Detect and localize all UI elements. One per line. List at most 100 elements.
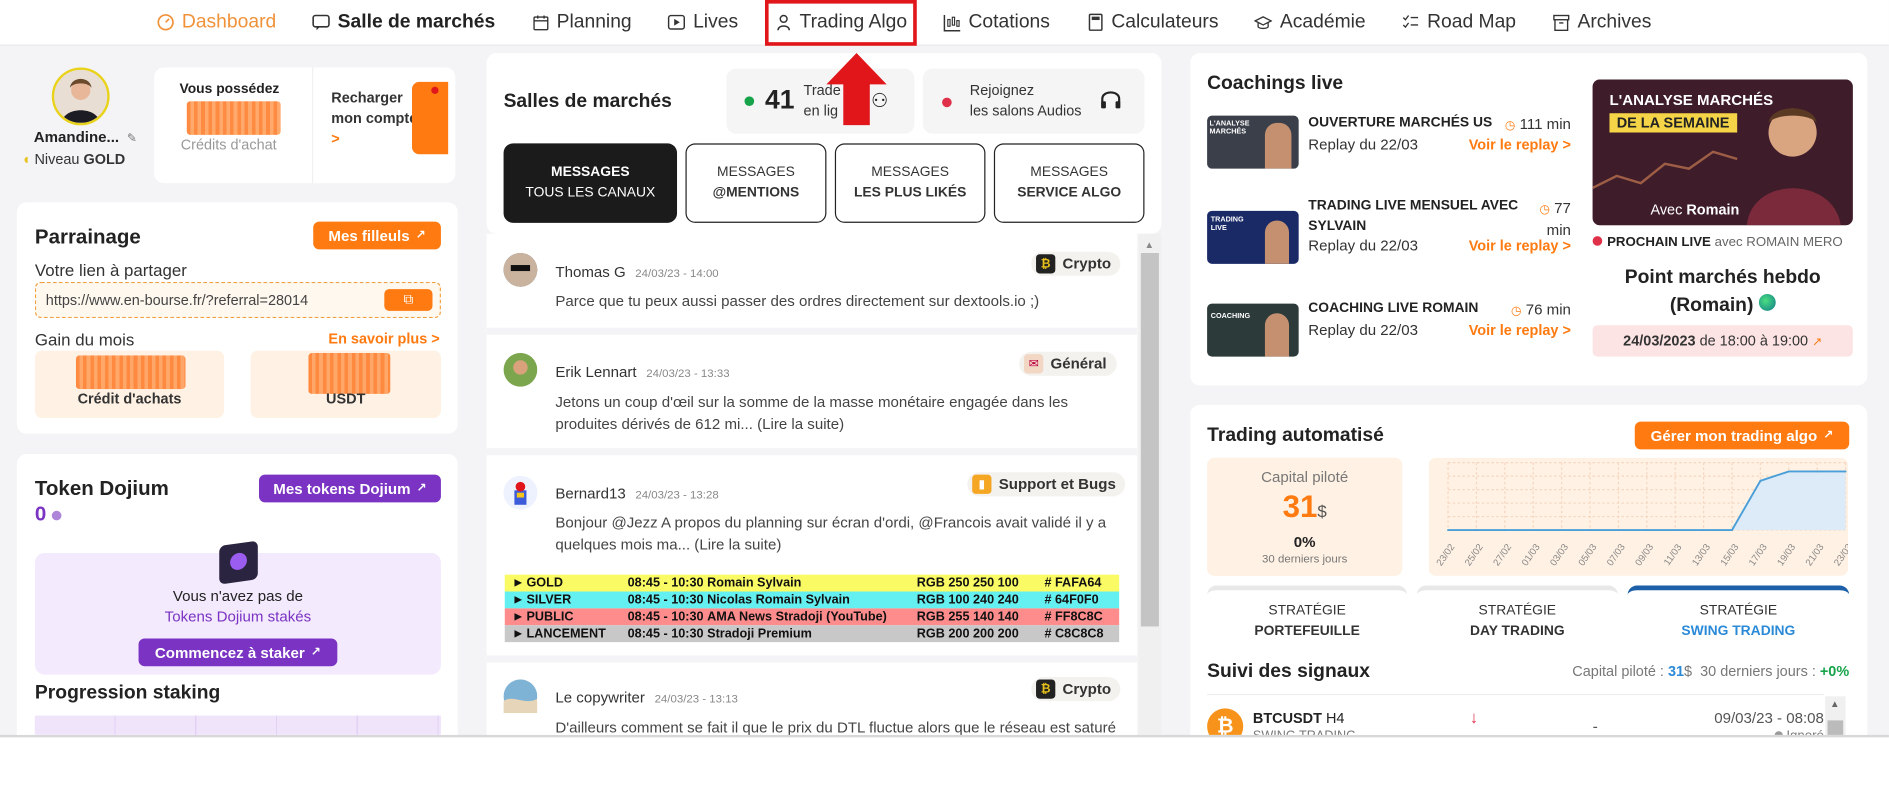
token-coin-icon [52, 510, 62, 520]
coaching-item[interactable]: L'ANALYSE MARCHÉS OUVERTURE MARCHÉS US R… [1207, 115, 1571, 193]
chart-point [1844, 470, 1847, 473]
coaching-replay-date: Replay du 22/03 [1308, 321, 1418, 339]
capital-number: 31 [1282, 487, 1318, 525]
text-line: Bonjour @Jezz A propos du planning sur é… [555, 514, 1107, 532]
commencez-a-staker-button[interactable]: Commencez à staker ↗ [138, 638, 338, 667]
message-item[interactable]: Erik Lennart 24/03/23 - 13:33 ✉ Général Je… [486, 334, 1138, 456]
scroll-thumb[interactable] [1140, 252, 1159, 627]
nav-academie[interactable]: Académie [1254, 0, 1366, 45]
referral-link-field[interactable]: https://www.en-bourse.fr/?referral=28014… [34, 281, 441, 319]
nav-salle-de-marches[interactable]: Salle de marchés [312, 0, 495, 45]
sched-rgb: RGB 200 200 200 [916, 626, 1019, 641]
mes-tokens-button[interactable]: Mes tokens Dojium ↗ [259, 474, 441, 503]
button-label: Mes tokens Dojium [273, 480, 411, 497]
bitcoin-icon: ₿ [1036, 254, 1056, 274]
voir-replay-link[interactable]: Voir le replay > [1469, 322, 1571, 339]
nav-label: Dashboard [181, 11, 277, 32]
external-link-icon: ↗ [1823, 428, 1834, 443]
tab-mentions[interactable]: MESSAGES @MENTIONS [685, 143, 827, 223]
channel-tag[interactable]: ✉ Général [1019, 351, 1117, 376]
nav-dashboard[interactable]: Dashboard [157, 0, 277, 45]
strategy-tab-portefeuille[interactable]: STRATÉGIE PORTEFEUILLE [1207, 585, 1408, 649]
channel-tag[interactable]: ₿ Crypto [1031, 251, 1121, 276]
gauge-icon [157, 13, 175, 31]
nav-trading-algo[interactable]: Trading Algo [764, 0, 917, 46]
message-author: Le copywriter 24/03/23 - 13:13 [555, 689, 738, 706]
message-time: 24/03/23 - 13:28 [635, 489, 719, 503]
sched-who: AMA News Stradoji (YouTube) [707, 609, 887, 625]
chart-point [1731, 529, 1733, 532]
channel-tag[interactable]: ▮ Support et Bugs [967, 472, 1126, 497]
referral-link: https://www.en-bourse.fr/?referral=28014 [45, 291, 309, 309]
sched-time: 08:45 - 10:30 [627, 626, 704, 641]
nav-planning[interactable]: Planning [531, 0, 632, 45]
strategy-tab-day-trading[interactable]: STRATÉGIE DAY TRADING [1416, 585, 1618, 649]
mes-filleuls-button[interactable]: Mes filleuls ↗ [313, 221, 441, 250]
sched-time: 08:45 - 10:30 [627, 592, 704, 608]
voir-replay-link[interactable]: Voir le replay > [1469, 237, 1571, 254]
tab-plus-likes[interactable]: MESSAGES LES PLUS LIKÉS [834, 143, 986, 223]
coaching-item[interactable]: COACHING COACHING LIVE ROMAIN Replay du … [1207, 301, 1571, 379]
en-savoir-plus-link[interactable]: En savoir plus > [328, 330, 439, 347]
schedule-row: ► GOLD 08:45 - 10:30 Romain Sylvain RGB 250 … [504, 574, 1120, 592]
traders-count: 41 [764, 84, 795, 115]
robot-icon [774, 13, 792, 31]
nav-calculateurs[interactable]: Calculateurs [1086, 0, 1218, 45]
sched-rgb: RGB 100 240 240 [916, 592, 1019, 608]
audio-rooms[interactable]: Rejoignez les salons Audios [922, 68, 1145, 134]
status-label: Ignoré [1786, 728, 1824, 738]
signal-date: 09/03/23 - 08:08 [1714, 709, 1824, 727]
button-label: Gérer mon trading algo [1650, 427, 1818, 444]
voir-replay-link[interactable]: Voir le replay > [1469, 136, 1571, 153]
recharge-line1: Recharger [331, 89, 403, 107]
nav-archives[interactable]: Archives [1552, 0, 1651, 45]
schedule-row: ► SILVER 08:45 - 10:30 Nicolas Romain Sylva… [504, 591, 1120, 609]
nav-cotations[interactable]: Cotations [943, 0, 1050, 45]
signals-scrollbar[interactable]: ▲ [1825, 696, 1846, 735]
pencil-icon[interactable]: ✎ [127, 133, 137, 146]
chart-point [1617, 529, 1620, 532]
nav-lives[interactable]: Lives [668, 0, 738, 45]
coaching-duration: ◷ 76 min [1511, 301, 1571, 318]
message-item[interactable]: Thomas G 24/03/23 - 14:00 ₿ Crypto Parce q… [486, 233, 1138, 335]
avatar[interactable] [51, 67, 110, 126]
tab-tous-les-canaux[interactable]: MESSAGES TOUS LES CANAUX [503, 143, 678, 223]
tab-top: MESSAGES [717, 165, 795, 180]
nav-label: Trading Algo [799, 11, 908, 32]
signal-row[interactable]: ₿ BTCUSDT H4 SWING TRADING ↓ - 09/03/23 … [1207, 693, 1824, 738]
chat-scrollbar[interactable]: ▲ [1138, 233, 1162, 735]
message-author: Erik Lennart 24/03/23 - 13:33 [555, 364, 729, 381]
tab-top: MESSAGES [551, 165, 630, 180]
tab-service-algo[interactable]: MESSAGES SERVICE ALGO [993, 143, 1145, 223]
coaching-item[interactable]: TRADING LIVE TRADING LIVE MENSUEL AVEC SY… [1207, 198, 1571, 286]
featured-live-thumbnail[interactable]: L'ANALYSE MARCHÉS DE LA SEMAINE Avec Rom… [1592, 79, 1853, 226]
token-count: 0 [35, 502, 62, 526]
checklist-icon [1402, 13, 1420, 31]
token-count-value: 0 [34, 502, 47, 526]
live-date-button[interactable]: 24/03/2023 de 18:00 à 19:00 ↗ [1592, 325, 1853, 357]
strategy-top: STRATÉGIE [1699, 603, 1778, 619]
channel-tag[interactable]: ₿ Crypto [1031, 677, 1121, 702]
avatar [503, 252, 538, 287]
sched-who: Nicolas Romain Sylvain [707, 592, 850, 608]
nav-road-map[interactable]: Road Map [1402, 0, 1516, 45]
recharge-link[interactable]: Recharger mon compte > [331, 88, 417, 149]
strategy-top: STRATÉGIE [1478, 603, 1557, 619]
author-name: Erik Lennart [555, 363, 637, 381]
gerer-trading-algo-button[interactable]: Gérer mon trading algo ↗ [1634, 421, 1850, 450]
text-line: produites dérivés de 612 mi... (Lire la … [555, 415, 845, 433]
live-dot-icon [942, 97, 952, 108]
scroll-up-icon[interactable]: ▲ [1830, 699, 1840, 710]
token-title: Token Dojium [34, 477, 169, 500]
message-item[interactable]: Le copywriter 24/03/23 - 13:13 ₿ Crypto D'… [486, 662, 1138, 735]
scroll-thumb[interactable] [1827, 720, 1844, 735]
nav-label: Planning [556, 11, 632, 32]
sched-time: 08:45 - 10:30 [627, 609, 704, 625]
copy-icon[interactable]: ⧉ [384, 289, 433, 311]
strategy-tab-swing-trading[interactable]: STRATÉGIE SWING TRADING [1627, 585, 1850, 649]
scroll-up-icon[interactable]: ▲ [1144, 240, 1154, 251]
capital-percent: 0% [1293, 533, 1316, 551]
credits-card: Vous possédez Crédits d'achat Recharger … [154, 67, 456, 184]
capital-value: 31$ [1207, 488, 1402, 525]
chart-point [1447, 529, 1450, 532]
